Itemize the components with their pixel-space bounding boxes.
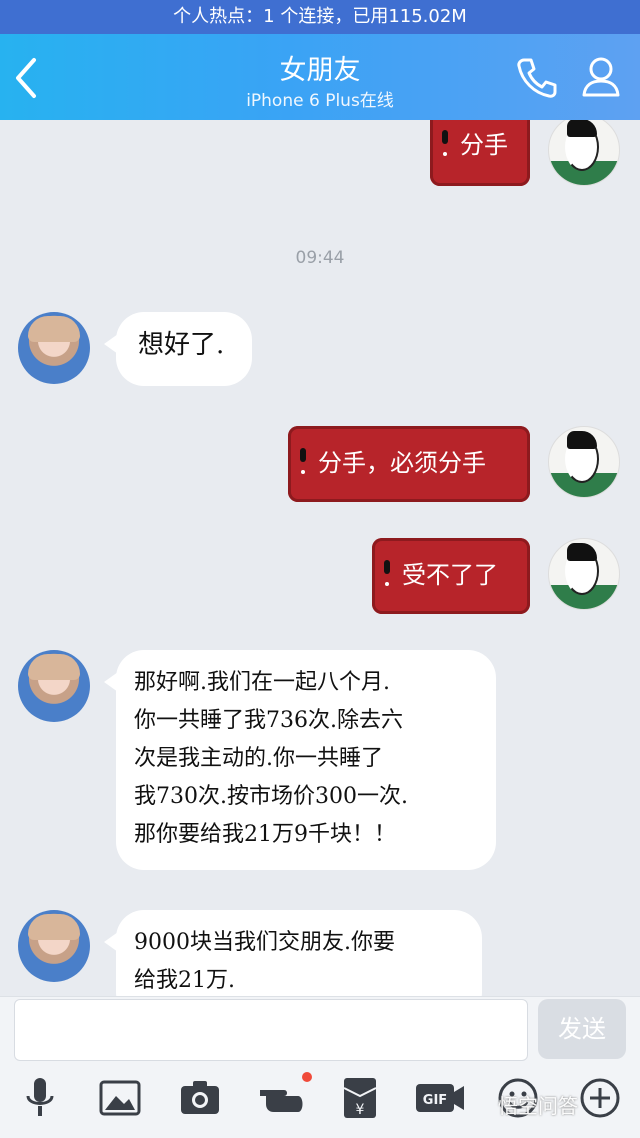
message-timestamp: 09:44 (295, 248, 345, 268)
poke-button[interactable] (258, 1076, 303, 1120)
message-bubble-incoming[interactable]: 想好了. (104, 312, 252, 386)
message-line: 那你要给我21万9千块！！ (134, 822, 396, 847)
message-line: 那好啊.我们在一起八个月. (134, 670, 390, 695)
message-bubble-outgoing[interactable]: 分手 (430, 120, 530, 186)
watermark-text: 悟空问答 (498, 1094, 578, 1118)
svg-text:¥: ¥ (356, 1102, 365, 1118)
contact-avatar[interactable] (18, 312, 90, 384)
photo-button[interactable] (98, 1076, 142, 1120)
voice-button[interactable] (18, 1076, 62, 1120)
message-text: 分手，必须分手 (318, 449, 486, 477)
red-packet-button[interactable]: ¥ (338, 1076, 382, 1120)
gif-icon: GIF (416, 1084, 464, 1112)
more-button[interactable] (578, 1076, 622, 1120)
hotspot-text: 个人热点：1 个连接，已用115.02M (173, 6, 467, 27)
message-line: 次是我主动的.你一共睡了 (134, 746, 383, 771)
message-line: 我730次.按市场价300一次. (134, 784, 408, 809)
notification-badge (302, 1072, 312, 1082)
message-composer: 发送 (0, 996, 640, 1062)
chat-header: 女朋友 iPhone 6 Plus在线 (0, 34, 640, 120)
message-line: 9000块当我们交朋友.你要 (134, 930, 395, 955)
message-line: 给我21万. (134, 968, 235, 993)
message-bubble-incoming[interactable]: 9000块当我们交朋友.你要 给我21万. (104, 910, 482, 996)
image-icon (99, 1080, 141, 1116)
send-button[interactable]: 发送 (538, 999, 626, 1059)
chat-message-list[interactable]: 分手 09:44 想好了. 分手，必须分手 受不了了 那好啊.我们在一起八个月.… (0, 120, 640, 996)
my-avatar[interactable] (548, 538, 620, 610)
message-input[interactable] (14, 999, 528, 1061)
contact-avatar[interactable] (18, 910, 90, 982)
my-avatar[interactable] (548, 120, 620, 186)
message-text: 分手 (460, 131, 508, 159)
person-icon (582, 57, 620, 97)
phone-icon (517, 58, 557, 98)
camera-icon (181, 1081, 219, 1114)
profile-button[interactable] (576, 52, 626, 102)
message-line: 你一共睡了我736次.除去六 (134, 708, 403, 733)
contact-avatar[interactable] (18, 650, 90, 722)
message-bubble-outgoing[interactable]: 受不了了 (372, 538, 530, 614)
camera-button[interactable] (178, 1076, 222, 1120)
microphone-icon (26, 1078, 54, 1116)
red-packet-icon: ¥ (343, 1078, 377, 1118)
more-icon (580, 1078, 620, 1118)
call-button[interactable] (512, 52, 562, 102)
my-avatar[interactable] (548, 426, 620, 498)
message-bubble-incoming[interactable]: 那好啊.我们在一起八个月. 你一共睡了我736次.除去六 次是我主动的.你一共睡… (104, 650, 496, 870)
hand-icon (260, 1090, 303, 1112)
message-text: 受不了了 (402, 561, 498, 589)
svg-text:GIF: GIF (423, 1093, 447, 1108)
gif-button[interactable]: GIF (414, 1076, 466, 1120)
message-text: 想好了. (138, 330, 225, 360)
hotspot-status-bar: 个人热点：1 个连接，已用115.02M (0, 0, 640, 34)
message-bubble-outgoing[interactable]: 分手，必须分手 (288, 426, 530, 502)
